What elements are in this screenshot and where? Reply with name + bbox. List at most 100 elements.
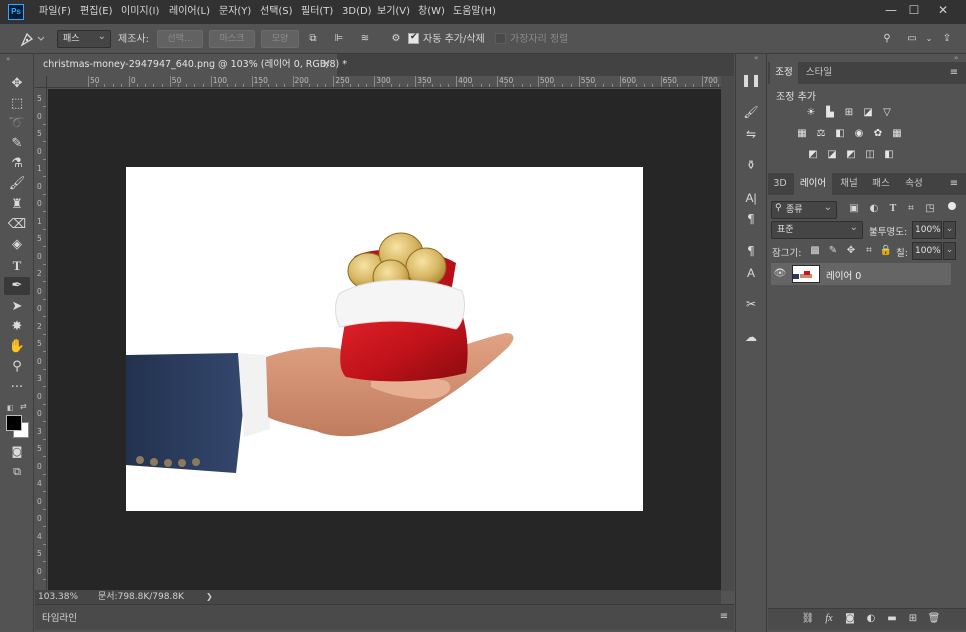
new-group-icon[interactable]: ▬ xyxy=(885,612,899,626)
path-arrangement-icon[interactable]: ≋ xyxy=(358,32,372,46)
photo-filter-icon[interactable]: ◉ xyxy=(852,128,866,140)
brightness-icon[interactable]: ☀ xyxy=(804,107,818,119)
new-adjustment-icon[interactable]: ◐ xyxy=(864,612,878,626)
filter-smart-object-icon[interactable]: ◳ xyxy=(923,202,937,216)
zoom-level[interactable]: 103.38% xyxy=(38,591,78,603)
panel-expand-icon[interactable]: » xyxy=(954,54,958,62)
libraries-icon[interactable]: ☁ xyxy=(740,327,762,347)
gradient-map-icon[interactable]: ◫ xyxy=(863,149,877,161)
make-mask-button[interactable]: 마스크 xyxy=(209,30,255,48)
opacity-chevron-icon[interactable]: ⌄ xyxy=(943,221,956,239)
quick-mask-icon[interactable]: ◙ xyxy=(4,443,30,461)
fill-chevron-icon[interactable]: ⌄ xyxy=(943,242,956,260)
collapse-arrows-icon[interactable]: » xyxy=(6,55,26,63)
black-white-icon[interactable]: ◧ xyxy=(833,128,847,140)
search-icon[interactable]: ⚲ xyxy=(880,32,894,46)
clone-source-icon[interactable]: ⚱ xyxy=(740,155,762,175)
panel-menu-icon[interactable]: ≡ xyxy=(717,610,731,624)
tab-3d[interactable]: 3D xyxy=(768,173,792,195)
link-layers-icon[interactable]: ⛓ xyxy=(801,612,815,626)
path-mode-dropdown[interactable]: 패스 xyxy=(57,29,111,48)
type-tool-icon[interactable]: T xyxy=(4,257,30,275)
eraser-tool-icon[interactable]: ⌫ xyxy=(4,216,30,234)
lock-all-icon[interactable]: 🔒 xyxy=(879,244,893,258)
path-operations-icon[interactable]: ⧉ xyxy=(306,32,320,46)
close-window-button[interactable]: ✕ xyxy=(934,2,952,18)
tab-adjustments[interactable]: 조정 xyxy=(770,62,798,84)
lock-artboard-icon[interactable]: ⌗ xyxy=(862,244,876,258)
paragraph-panel-icon[interactable]: ¶ xyxy=(740,209,762,229)
path-select-tool-icon[interactable]: ➤ xyxy=(4,298,30,316)
document-canvas[interactable] xyxy=(126,167,643,511)
pen-tool-icon[interactable]: ✒ xyxy=(4,277,30,295)
lock-transparent-icon[interactable]: ▩ xyxy=(808,244,822,258)
adjustments-menu-icon[interactable]: ≡ xyxy=(947,66,961,80)
opacity-input[interactable]: 100% xyxy=(912,221,942,239)
path-alignment-icon[interactable]: ⊫ xyxy=(332,32,346,46)
menu-filter[interactable]: 필터(T) xyxy=(301,5,333,19)
vertical-scrollbar[interactable] xyxy=(721,76,734,591)
menu-help[interactable]: 도움말(H) xyxy=(453,5,496,19)
filter-toggle-icon[interactable] xyxy=(948,202,956,210)
foreground-color-swatch[interactable] xyxy=(6,415,22,431)
add-mask-icon[interactable]: ◙ xyxy=(843,612,857,626)
tab-paths[interactable]: 패스 xyxy=(866,173,896,195)
character-panel-icon[interactable]: A| xyxy=(740,188,762,208)
lock-position-icon[interactable]: ✥ xyxy=(844,244,858,258)
blend-mode-dropdown[interactable]: 표준 xyxy=(771,220,863,239)
stamp-tool-icon[interactable]: ♜ xyxy=(4,196,30,214)
selective-color-icon[interactable]: ◧ xyxy=(882,149,896,161)
posterize-icon[interactable]: ◪ xyxy=(825,149,839,161)
levels-icon[interactable]: ▙ xyxy=(823,107,837,119)
filter-shape-icon[interactable]: ⌗ xyxy=(904,202,918,216)
dock-collapse-icon[interactable]: « xyxy=(754,54,758,62)
swap-colors-icon[interactable]: ⇄ xyxy=(20,402,30,412)
visibility-eye-icon[interactable]: 👁 xyxy=(773,267,787,281)
more-tools-icon[interactable]: ··· xyxy=(4,379,30,397)
minimize-button[interactable]: — xyxy=(882,2,900,18)
delete-layer-icon[interactable]: 🗑 xyxy=(927,612,941,626)
timeline-tab[interactable]: 타임라인 xyxy=(42,610,77,624)
align-edges-checkbox[interactable] xyxy=(495,33,506,44)
move-tool-icon[interactable]: ✥ xyxy=(4,75,30,93)
threshold-icon[interactable]: ◩ xyxy=(844,149,858,161)
curves-icon[interactable]: ⊞ xyxy=(842,107,856,119)
custom-shape-tool-icon[interactable]: ✸ xyxy=(4,318,30,336)
make-selection-button[interactable]: 선택... xyxy=(157,30,203,48)
document-tab[interactable]: christmas-money-2947947_640.png @ 103% (… xyxy=(35,54,347,76)
screen-mode-icon[interactable]: ⧉ xyxy=(4,463,30,481)
fill-input[interactable]: 100% xyxy=(912,242,942,260)
paint-bucket-tool-icon[interactable]: ◈ xyxy=(4,236,30,254)
eyedropper-tool-icon[interactable]: ⚗ xyxy=(4,155,30,173)
brush-presets-icon[interactable]: ⇋ xyxy=(740,124,762,144)
menu-type[interactable]: 문자(Y) xyxy=(219,5,251,19)
auto-add-delete-checkbox[interactable] xyxy=(408,32,419,44)
hue-saturation-icon[interactable]: ▦ xyxy=(795,128,809,140)
invert-icon[interactable]: ◩ xyxy=(806,149,820,161)
quick-select-tool-icon[interactable]: ✎ xyxy=(4,135,30,153)
menu-file[interactable]: 파일(F) xyxy=(39,5,71,19)
maximize-button[interactable]: ☐ xyxy=(905,2,923,18)
menu-layer[interactable]: 레이어(L) xyxy=(169,5,210,19)
tool-preset-picker[interactable] xyxy=(18,30,48,48)
default-colors-icon[interactable]: ◧ xyxy=(7,404,15,412)
make-shape-button[interactable]: 모양 xyxy=(261,30,299,48)
fx-icon[interactable]: fx xyxy=(822,612,836,626)
vertical-ruler[interactable]: 5 0 5 0 1 0 0 1 5 0 2 0 0 2 5 0 3 0 0 3 5 0 4 0 0 4 5 0 xyxy=(35,88,47,590)
menu-window[interactable]: 창(W) xyxy=(418,5,445,19)
lasso-tool-icon[interactable]: ➰ xyxy=(4,115,30,133)
chevron-down-icon[interactable]: ⌄ xyxy=(922,32,936,46)
zoom-tool-icon[interactable]: ⚲ xyxy=(4,358,30,376)
color-balance-icon[interactable]: ⚖ xyxy=(814,128,828,140)
marquee-tool-icon[interactable]: ⬚ xyxy=(4,95,30,113)
gear-icon[interactable]: ⚙ xyxy=(389,32,403,46)
filter-pixel-icon[interactable]: ▣ xyxy=(847,202,861,216)
tab-channels[interactable]: 채널 xyxy=(834,173,864,195)
tab-layers[interactable]: 레이어 xyxy=(794,173,832,195)
filter-adjustment-icon[interactable]: ◐ xyxy=(867,202,881,216)
tool-presets-icon[interactable]: ✂ xyxy=(740,294,762,314)
layers-menu-icon[interactable]: ≡ xyxy=(947,177,961,191)
vibrance-icon[interactable]: ▽ xyxy=(880,107,894,119)
paragraph-styles-icon[interactable]: ¶ xyxy=(740,241,762,261)
ruler-origin[interactable] xyxy=(35,76,47,88)
